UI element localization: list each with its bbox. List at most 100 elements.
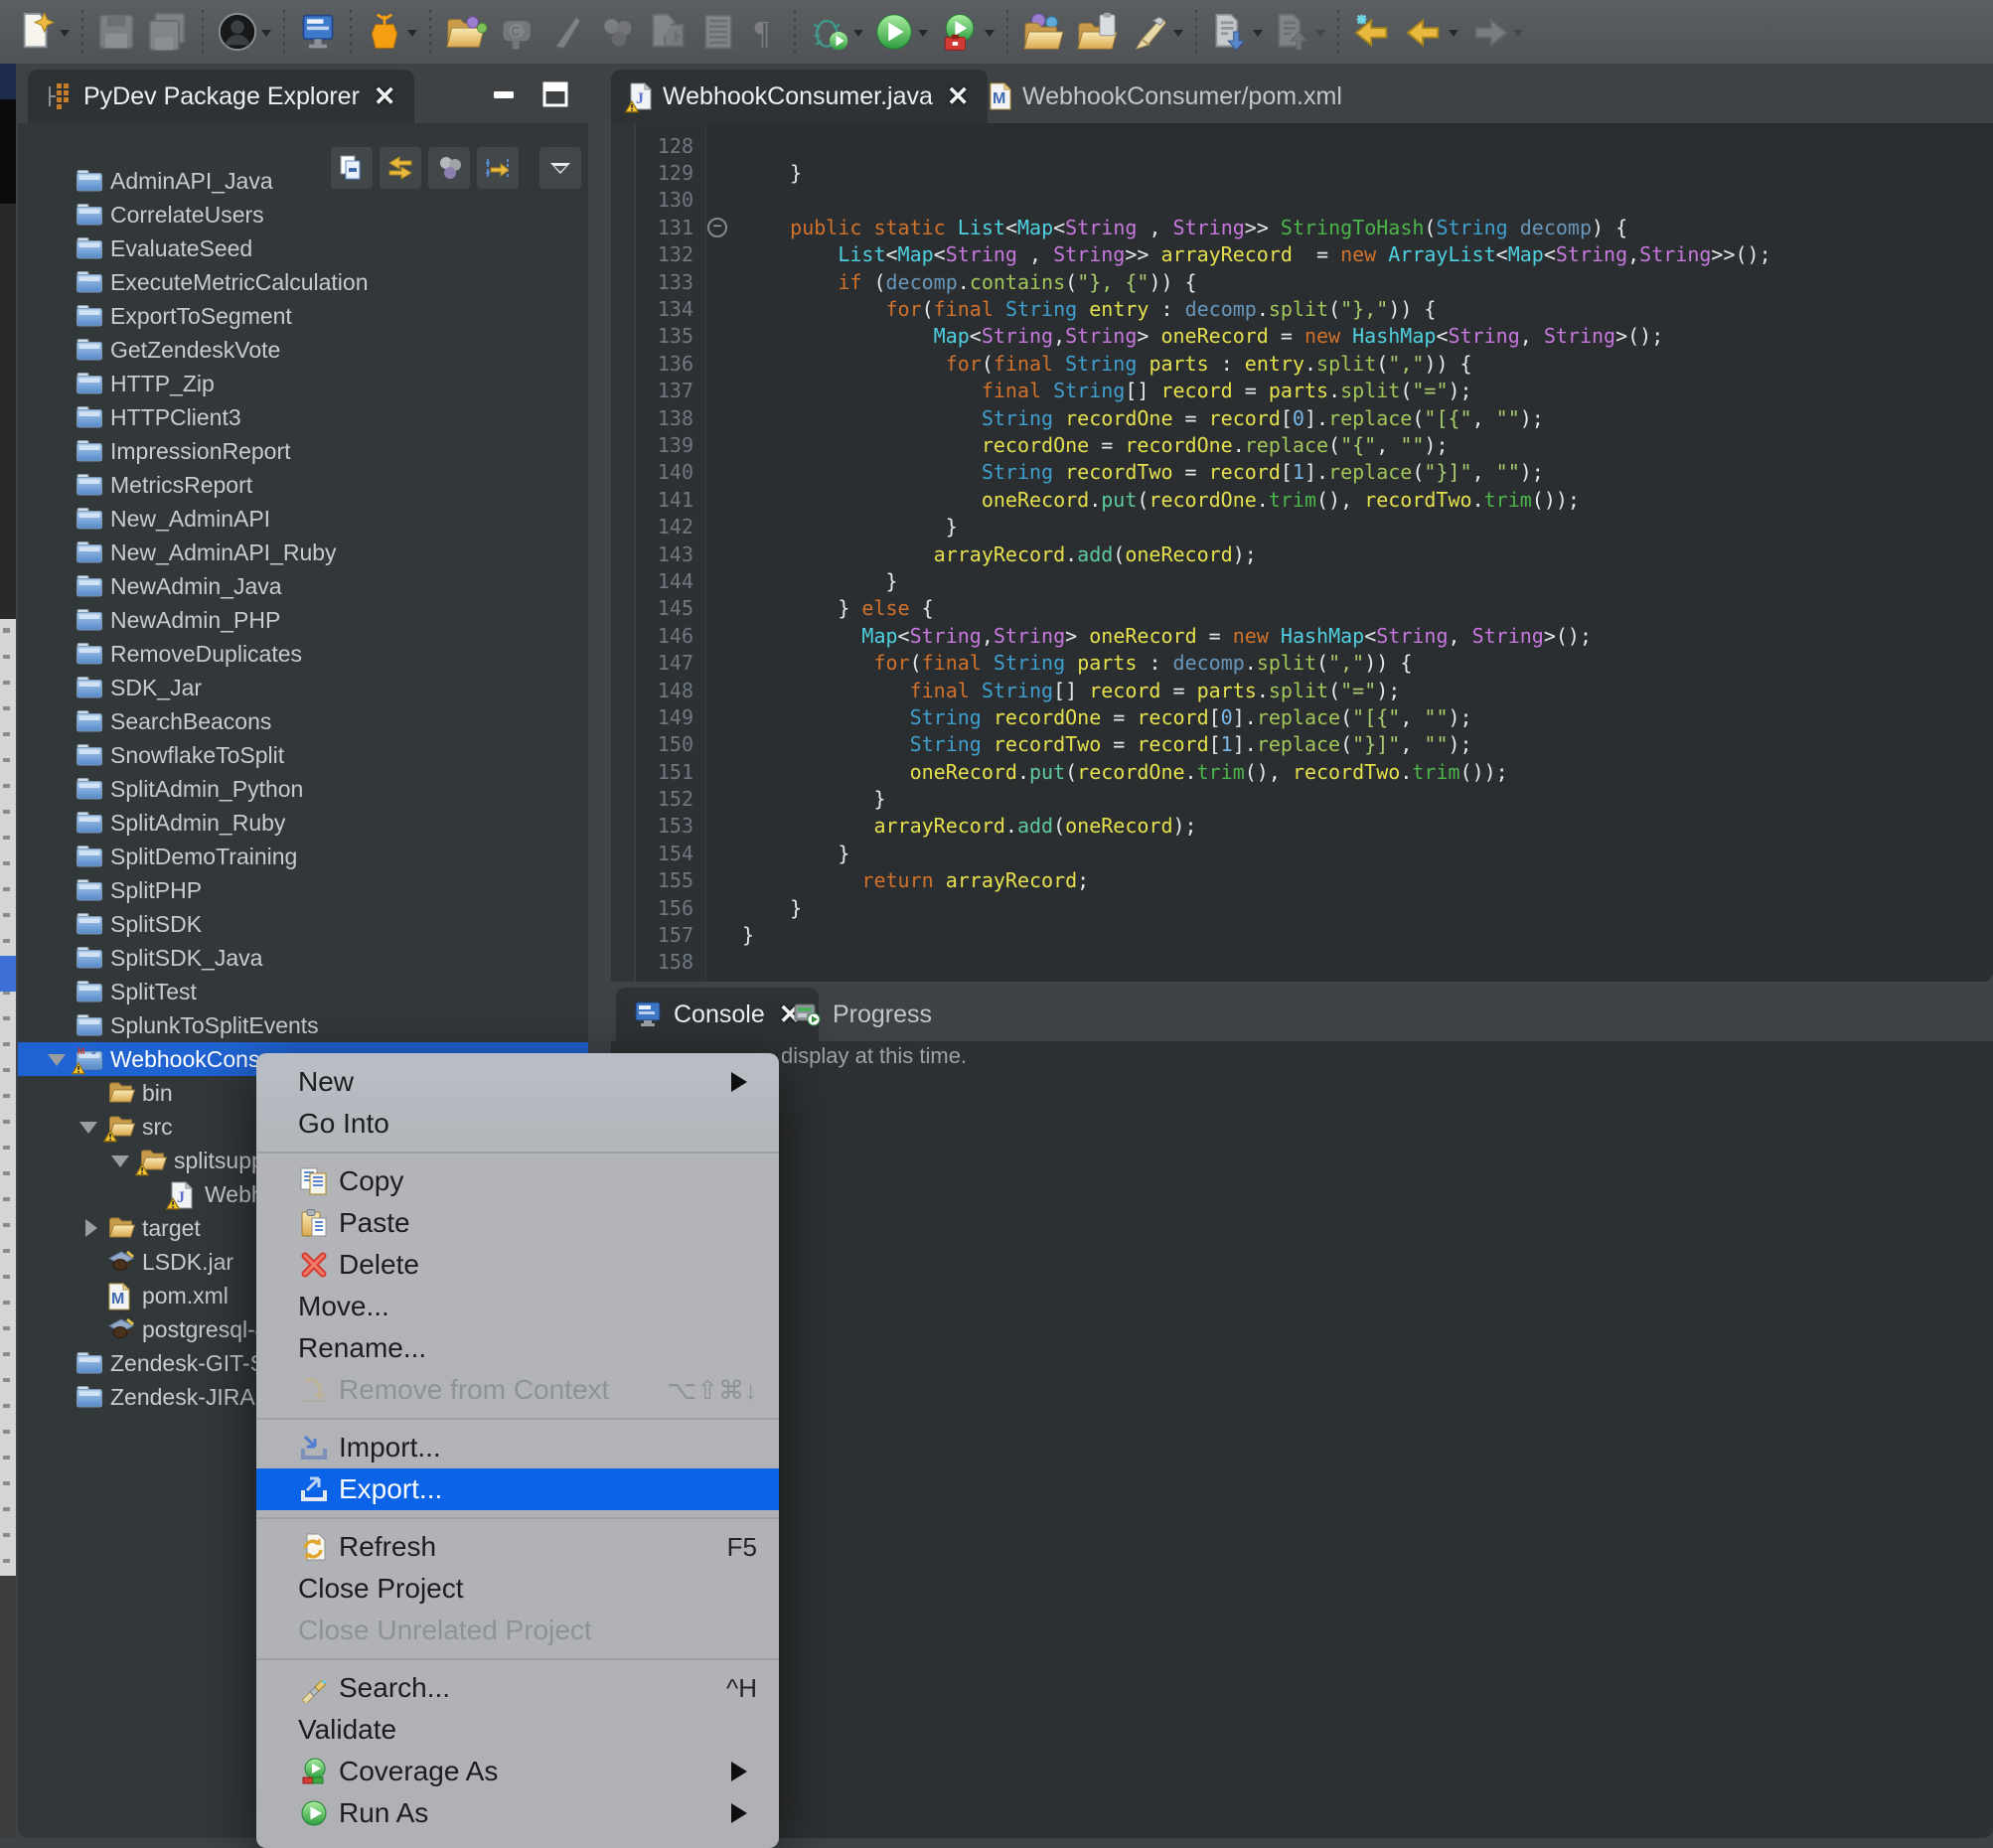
dropdown-arrow-icon[interactable] <box>407 30 417 42</box>
tree-item-newadmin-php[interactable]: NewAdmin_PHP <box>18 603 588 637</box>
coverage-button[interactable] <box>933 8 999 56</box>
dropdown-arrow-icon[interactable] <box>853 30 863 42</box>
forward-button[interactable] <box>1463 8 1528 56</box>
tree-item-new-adminapi-ruby[interactable]: New_AdminAPI_Ruby <box>18 536 588 569</box>
dropdown-arrow-icon[interactable] <box>1315 30 1325 42</box>
open-folder-objects-button[interactable] <box>1016 8 1070 56</box>
editor-tab-webhookconsumer-pom-xml[interactable]: MWebhookConsumer/pom.xml <box>971 70 1360 123</box>
dropdown-arrow-icon[interactable] <box>1253 30 1263 42</box>
tree-item-sdk-jar[interactable]: SDK_Jar <box>18 671 588 704</box>
menu-item-remove-from-context[interactable]: Remove from Context⌥⇧⌘↓ <box>256 1369 779 1411</box>
menu-item-move[interactable]: Move... <box>256 1286 779 1327</box>
code-area[interactable]: 128129 }130131− public static List<Map<S… <box>611 123 1993 982</box>
menu-item-export[interactable]: Export... <box>256 1468 779 1510</box>
menu-item-refresh[interactable]: RefreshF5 <box>256 1526 779 1568</box>
tab-label: Console <box>674 1001 765 1029</box>
tree-item-adminapi-java[interactable]: AdminAPI_Java <box>18 164 588 198</box>
save-to-doc-button[interactable] <box>1205 8 1268 56</box>
load-from-doc-button[interactable] <box>1268 8 1330 56</box>
tree-item-removeduplicates[interactable]: RemoveDuplicates <box>18 637 588 671</box>
dropdown-arrow-icon[interactable] <box>261 30 271 42</box>
menu-item-coverage-as[interactable]: Coverage As <box>256 1751 779 1792</box>
tree-item-evaluateseed[interactable]: EvaluateSeed <box>18 231 588 265</box>
tree-item-correlateusers[interactable]: CorrelateUsers <box>18 198 588 231</box>
save-all-button[interactable] <box>141 8 195 56</box>
cut-tool-button[interactable] <box>542 8 592 56</box>
tree-item-newadmin-java[interactable]: NewAdmin_Java <box>18 569 588 603</box>
tree-item-splittest[interactable]: SplitTest <box>18 975 588 1008</box>
minimize-button[interactable] <box>487 77 521 111</box>
maximize-button[interactable] <box>538 77 572 111</box>
marker-pen-button[interactable] <box>1124 8 1188 56</box>
orange-bug-button[interactable] <box>360 8 422 56</box>
debug-button[interactable] <box>804 8 868 56</box>
tree-item-exporttosegment[interactable]: ExportToSegment <box>18 299 588 333</box>
close-icon[interactable]: ✕ <box>374 81 396 112</box>
report-doc-button[interactable] <box>693 8 743 56</box>
save-button[interactable] <box>91 8 141 56</box>
tree-item-http-zip[interactable]: HTTP_Zip <box>18 367 588 400</box>
tree-item-getzendeskvote[interactable]: GetZendeskVote <box>18 333 588 367</box>
menu-item-copy[interactable]: Copy <box>256 1160 779 1202</box>
back-asterisk-button[interactable] <box>1347 8 1399 56</box>
tree-item-impressionreport[interactable]: ImpressionReport <box>18 434 588 468</box>
pilcrow-button[interactable]: ¶ <box>743 8 787 56</box>
tree-item-searchbeacons[interactable]: SearchBeacons <box>18 704 588 738</box>
console-tab-progress[interactable]: Progress <box>775 988 950 1041</box>
tree-item-splitdemotraining[interactable]: SplitDemoTraining <box>18 840 588 873</box>
menu-item-go-into[interactable]: Go Into <box>256 1103 779 1145</box>
dropdown-arrow-icon[interactable] <box>985 30 995 42</box>
line-number: 155 <box>611 868 705 892</box>
menu-shortcut: ^H <box>726 1673 757 1704</box>
folder-clipboard-button[interactable] <box>1070 8 1124 56</box>
tree-item-splitadmin-ruby[interactable]: SplitAdmin_Ruby <box>18 806 588 840</box>
close-icon[interactable]: ✕ <box>947 81 970 112</box>
tree-item-label: ExportToSegment <box>110 303 292 330</box>
plugins-button[interactable] <box>592 8 642 56</box>
menu-item-close-project[interactable]: Close Project <box>256 1568 779 1610</box>
tree-item-splitadmin-python[interactable]: SplitAdmin_Python <box>18 772 588 806</box>
user-profile-button[interactable] <box>212 8 276 56</box>
remote-console-button[interactable] <box>293 8 343 56</box>
menu-item-import[interactable]: Import... <box>256 1427 779 1468</box>
editor-tab-webhookconsumer-java[interactable]: JWebhookConsumer.java✕ <box>611 70 988 123</box>
collapse-arrow-icon[interactable] <box>79 1122 97 1143</box>
tree-item-label: NewAdmin_PHP <box>110 607 280 634</box>
menu-item-search[interactable]: Search...^H <box>256 1667 779 1709</box>
tree-item-splitphp[interactable]: SplitPHP <box>18 873 588 907</box>
new-wizard-button[interactable] <box>12 8 75 56</box>
import-folder-button[interactable] <box>439 8 493 56</box>
run-button[interactable] <box>868 8 933 56</box>
fold-marker-icon[interactable]: − <box>705 218 742 237</box>
dropdown-arrow-icon[interactable] <box>60 30 70 42</box>
tree-item-httpclient3[interactable]: HTTPClient3 <box>18 400 588 434</box>
menu-item-label: New <box>298 1066 354 1098</box>
copy-docs-button[interactable] <box>642 8 693 56</box>
screen-capture-button[interactable]: C <box>493 8 542 56</box>
dropdown-arrow-icon[interactable] <box>1449 30 1458 42</box>
menu-item-rename[interactable]: Rename... <box>256 1327 779 1369</box>
menu-item-validate[interactable]: Validate <box>256 1709 779 1751</box>
tree-item-splunktosplitevents[interactable]: SplunkToSplitEvents <box>18 1008 588 1042</box>
menu-item-new[interactable]: New <box>256 1061 779 1103</box>
dropdown-arrow-icon[interactable] <box>1173 30 1183 42</box>
line-number: 134 <box>611 297 705 321</box>
dropdown-arrow-icon[interactable] <box>1513 30 1523 42</box>
tree-item-snowflaketosplit[interactable]: SnowflakeToSplit <box>18 738 588 772</box>
tree-item-executemetriccalculation[interactable]: ExecuteMetricCalculation <box>18 265 588 299</box>
dropdown-arrow-icon[interactable] <box>918 30 928 42</box>
tab-pydev-package-explorer[interactable]: PyDev Package Explorer ✕ <box>28 70 414 123</box>
tree-item-label: SplitTest <box>110 979 197 1005</box>
menu-item-delete[interactable]: Delete <box>256 1244 779 1286</box>
back-button[interactable] <box>1399 8 1463 56</box>
menu-item-close-unrelated-project[interactable]: Close Unrelated Project <box>256 1610 779 1651</box>
tree-item-splitsdk[interactable]: SplitSDK <box>18 907 588 941</box>
tree-item-splitsdk-java[interactable]: SplitSDK_Java <box>18 941 588 975</box>
tree-item-new-adminapi[interactable]: New_AdminAPI <box>18 502 588 536</box>
expand-arrow-icon[interactable] <box>85 1219 106 1237</box>
collapse-arrow-icon[interactable] <box>48 1054 66 1075</box>
collapse-arrow-icon[interactable] <box>111 1155 129 1176</box>
menu-item-run-as[interactable]: Run As <box>256 1792 779 1834</box>
menu-item-paste[interactable]: Paste <box>256 1202 779 1244</box>
tree-item-metricsreport[interactable]: MetricsReport <box>18 468 588 502</box>
